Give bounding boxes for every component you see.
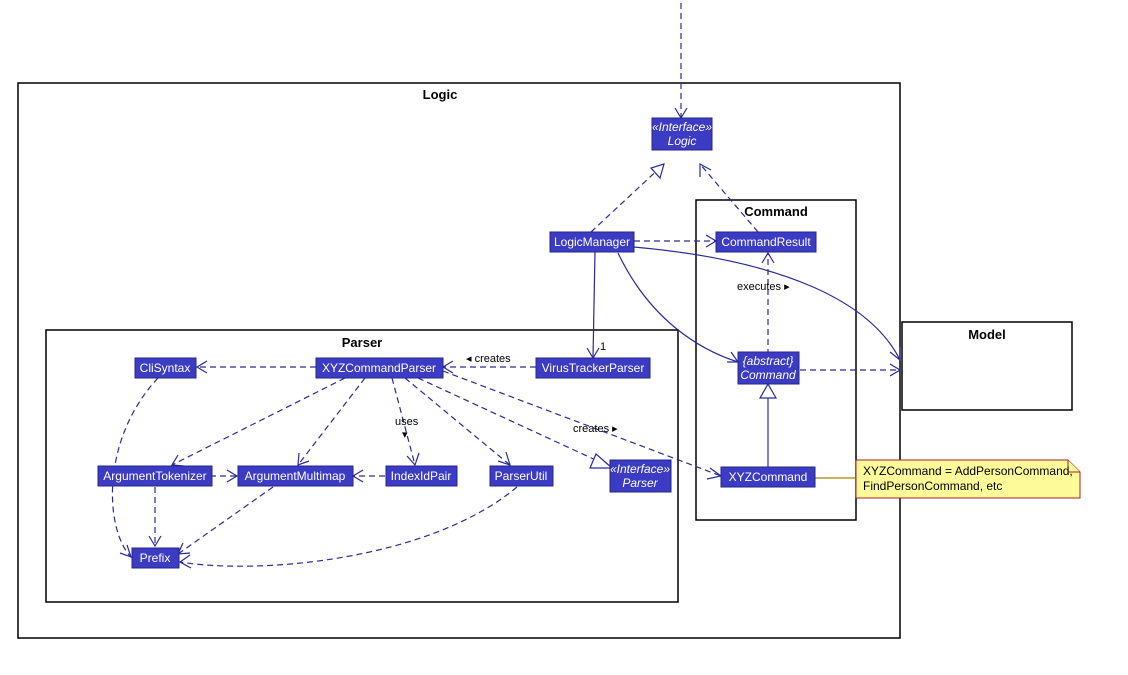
svg-text:Prefix: Prefix (140, 551, 171, 565)
svg-text:XYZCommand: XYZCommand (729, 470, 808, 484)
edge-xyzcp-to-argtokenizer (172, 378, 345, 465)
model-frame-title: Model (968, 327, 1006, 342)
label-uses-arrow: ▾ (402, 429, 408, 441)
svg-text:ArgumentMultimap: ArgumentMultimap (245, 469, 346, 483)
node-logic-manager: LogicManager (550, 232, 634, 252)
node-xyz-command: XYZCommand (721, 467, 815, 487)
node-prefix: Prefix (132, 548, 179, 568)
svg-text:XYZCommandParser: XYZCommandParser (322, 361, 436, 375)
svg-text:«Interface»: «Interface» (652, 120, 712, 134)
parser-frame-title: Parser (342, 335, 382, 350)
label-uses: uses (395, 416, 419, 428)
label-creates1: ◂ creates (466, 353, 511, 365)
svg-text:VirusTrackerParser: VirusTrackerParser (542, 361, 645, 375)
svg-text:{abstract}: {abstract} (743, 354, 794, 368)
node-argument-multimap: ArgumentMultimap (238, 466, 353, 486)
node-cli-syntax: CliSyntax (135, 358, 196, 378)
node-interface-logic: «Interface» Logic (652, 118, 712, 150)
node-xyz-command-parser: XYZCommandParser (316, 358, 443, 378)
edge-logicmanager-to-virustrackerparser (593, 252, 595, 358)
svg-text:FindPersonCommand, etc: FindPersonCommand, etc (863, 479, 1002, 493)
svg-text:Logic: Logic (668, 134, 697, 148)
svg-text:XYZCommand = AddPersonCommand,: XYZCommand = AddPersonCommand, (863, 464, 1073, 478)
svg-text:CommandResult: CommandResult (721, 235, 811, 249)
node-command-result: CommandResult (716, 232, 816, 252)
node-virus-tracker-parser: VirusTrackerParser (536, 358, 650, 378)
svg-text:ArgumentTokenizer: ArgumentTokenizer (103, 469, 206, 483)
svg-text:«Interface»: «Interface» (610, 462, 670, 476)
node-abstract-command: {abstract} Command (738, 352, 799, 384)
node-parser-util: ParserUtil (490, 466, 553, 486)
svg-text:LogicManager: LogicManager (554, 235, 630, 249)
label-creates2: creates ▸ (573, 423, 618, 435)
svg-text:Parser: Parser (622, 476, 658, 490)
svg-text:CliSyntax: CliSyntax (140, 361, 191, 375)
node-argument-tokenizer: ArgumentTokenizer (98, 466, 212, 486)
note-xyzcommand: XYZCommand = AddPersonCommand, FindPerso… (856, 460, 1080, 498)
mult-label-1: 1 (600, 341, 606, 353)
edge-xyzcp-to-parserutil (405, 378, 510, 465)
node-index-id-pair: IndexIdPair (386, 466, 457, 486)
edge-parserutil-to-prefix (180, 487, 517, 566)
uml-diagram: Logic Parser Command Model 1 executes ▸ … (0, 0, 1128, 675)
svg-text:IndexIdPair: IndexIdPair (391, 469, 452, 483)
edge-commandresult-to-ilogic (700, 164, 758, 232)
node-interface-parser: «Interface» Parser (610, 460, 671, 492)
svg-text:ParserUtil: ParserUtil (495, 469, 548, 483)
edge-xyzcp-realizes-iparser (418, 378, 600, 462)
edge-logicmanager-realizes-ilogic (591, 164, 664, 232)
edge-argmm-to-prefix (178, 487, 273, 554)
logic-frame-title: Logic (423, 87, 458, 102)
edge-logicmanager-to-model (634, 247, 900, 360)
command-frame-title: Command (744, 204, 808, 219)
label-executes: executes ▸ (737, 281, 790, 293)
svg-text:Command: Command (740, 368, 796, 382)
edge-xyzcp-to-argmultimap (298, 378, 365, 465)
